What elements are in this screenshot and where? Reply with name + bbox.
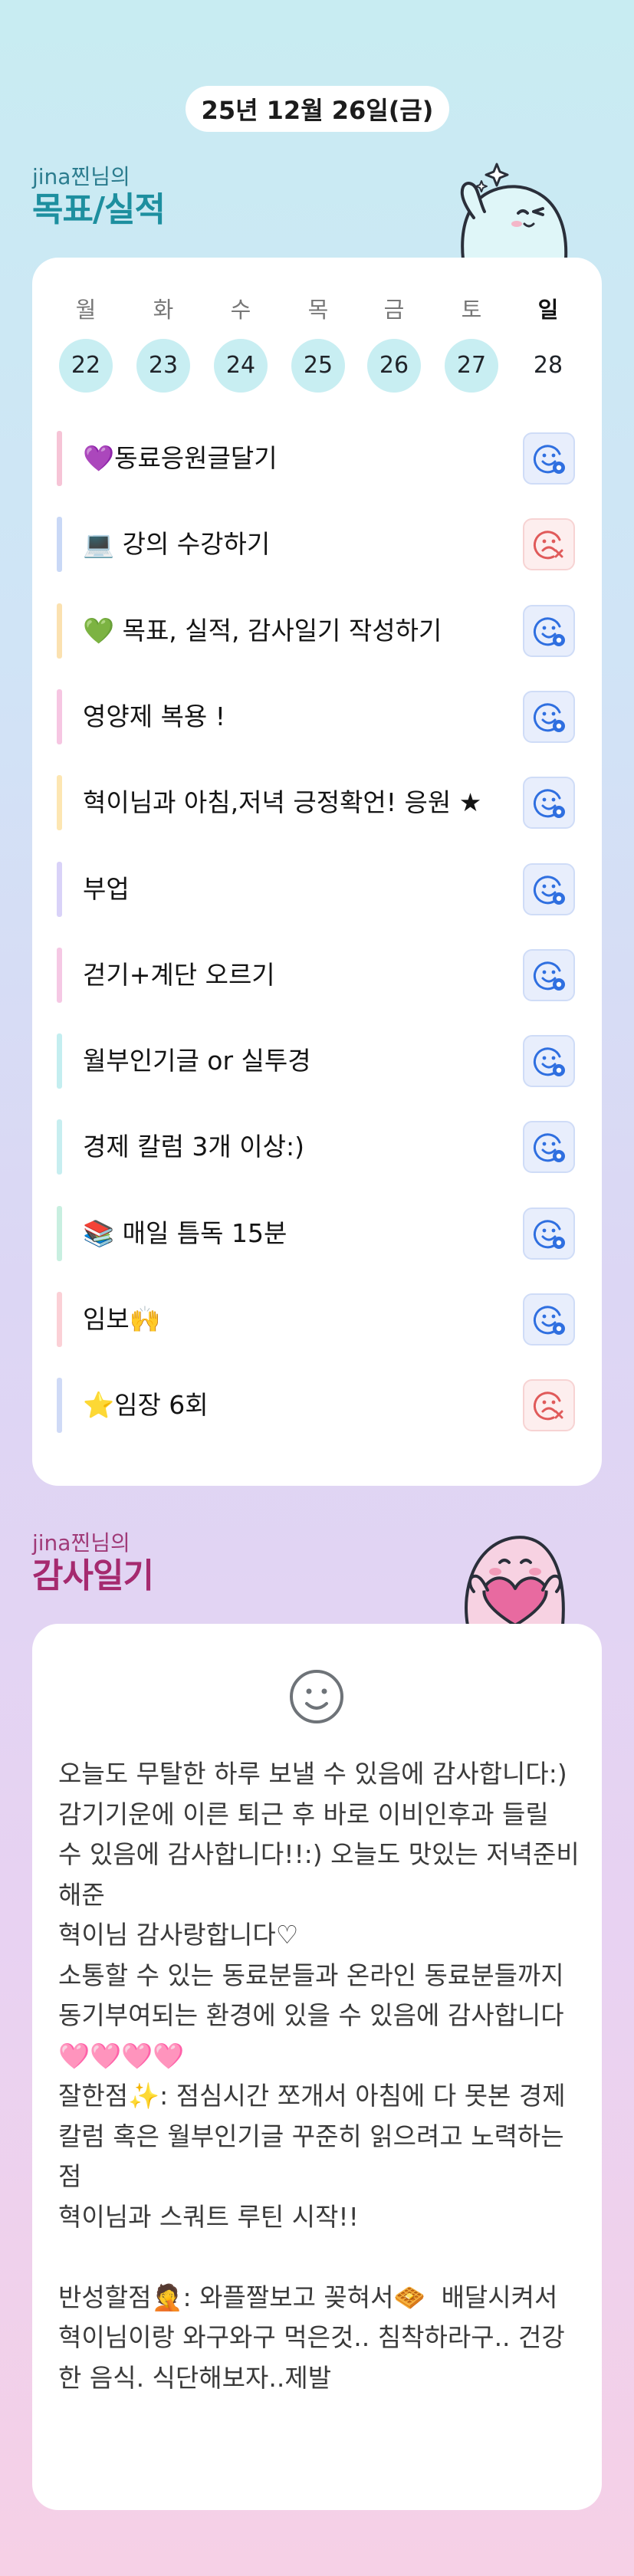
goals-owner: jina찐님의 (32, 164, 130, 189)
day-name: 수 (230, 297, 251, 323)
task-row[interactable]: 부업 (57, 861, 575, 917)
day-number: 24 (214, 339, 268, 393)
day-tue[interactable]: 화 23 (136, 294, 191, 393)
task-label: 월부인기글 or 실투경 (83, 1046, 311, 1076)
task-color-bar (57, 1378, 62, 1434)
task-label: 💜동료응원글달기 (83, 443, 278, 473)
status-done-icon[interactable] (523, 948, 575, 1001)
task-color-bar (57, 1292, 62, 1347)
task-label: 경제 칼럼 3개 이상:) (83, 1132, 304, 1162)
task-color-bar (57, 1033, 62, 1089)
task-color-bar (57, 431, 62, 486)
status-done-icon[interactable] (523, 690, 575, 743)
gratitude-title: 감사일기 (32, 1556, 154, 1595)
status-done-icon[interactable] (523, 777, 575, 830)
task-label: 💻 강의 수강하기 (83, 529, 271, 560)
task-row[interactable]: 💻 강의 수강하기 (57, 517, 575, 573)
day-number: 23 (136, 339, 190, 393)
day-sat[interactable]: 토 27 (444, 294, 499, 393)
task-label: ⭐임장 6회 (83, 1390, 209, 1421)
task-label: 💚 목표, 실적, 감사일기 작성하기 (83, 615, 442, 646)
status-done-icon[interactable] (523, 1207, 575, 1260)
status-done-icon[interactable] (523, 1121, 575, 1174)
day-name: 토 (461, 297, 482, 323)
day-wed[interactable]: 수 24 (213, 294, 268, 393)
task-row[interactable]: 혁이님과 아침,저녁 긍정확언! 응원 ★ (57, 775, 575, 831)
task-color-bar (57, 517, 62, 573)
day-number: 25 (291, 339, 345, 393)
task-label: 영양제 복용 ! (83, 701, 226, 731)
day-name: 금 (383, 297, 405, 323)
mascot-heart-icon (465, 1536, 565, 1625)
task-color-bar (57, 775, 62, 831)
task-label: 📚 매일 틈독 15분 (83, 1217, 287, 1248)
task-row[interactable]: 걷기+계단 오르기 (57, 947, 575, 1003)
day-sun-today[interactable]: 일 28 (521, 294, 576, 393)
status-fail-icon[interactable] (523, 1379, 575, 1432)
task-row[interactable]: 💚 목표, 실적, 감사일기 작성하기 (57, 603, 575, 659)
task-label: 임보🙌 (83, 1304, 161, 1334)
task-row[interactable]: 경제 칼럼 3개 이상:) (57, 1119, 575, 1175)
task-label: 부업 (83, 873, 130, 904)
day-number: 28 (533, 352, 563, 379)
day-name: 목 (307, 297, 329, 323)
task-color-bar (57, 688, 62, 744)
task-color-bar (57, 947, 62, 1003)
goals-card: 월 22 화 23 수 24 목 25 금 26 토 27 일 28 💜동료응원… (32, 258, 602, 1486)
gratitude-card: 오늘도 무탈한 하루 보낼 수 있음에 감사합니다:) 감기기운에 이른 퇴근 … (32, 1624, 602, 2510)
status-done-icon[interactable] (523, 1293, 575, 1346)
task-color-bar (57, 1205, 62, 1261)
task-row[interactable]: ⭐임장 6회 (57, 1378, 575, 1434)
gratitude-heading: jina찐님의 감사일기 (32, 1530, 154, 1596)
task-label: 혁이님과 아침,저녁 긍정확언! 응원 ★ (83, 787, 482, 818)
status-done-icon[interactable] (523, 863, 575, 915)
task-color-bar (57, 861, 62, 917)
current-date: 25년 12월 26일(금) (201, 96, 434, 125)
task-color-bar (57, 1119, 62, 1175)
day-fri[interactable]: 금 26 (366, 294, 422, 393)
day-number: 26 (367, 339, 421, 393)
goals-heading: jina찐님의 목표/실적 (32, 164, 166, 230)
date-pill[interactable]: 25년 12월 26일(금) (186, 86, 449, 132)
day-mon[interactable]: 월 22 (58, 294, 113, 393)
task-row[interactable]: 영양제 복용 ! (57, 688, 575, 744)
task-row[interactable]: 📚 매일 틈독 15분 (57, 1205, 575, 1261)
task-color-bar (57, 603, 62, 659)
task-row[interactable]: 임보🙌 (57, 1292, 575, 1347)
task-row[interactable]: 월부인기글 or 실투경 (57, 1033, 575, 1089)
day-number: 22 (59, 339, 113, 393)
gratitude-owner: jina찐님의 (32, 1530, 130, 1556)
day-name: 일 (537, 297, 559, 323)
status-fail-icon[interactable] (523, 518, 575, 571)
task-label: 걷기+계단 오르기 (83, 959, 275, 990)
day-number: 27 (445, 339, 498, 393)
task-row[interactable]: 💜동료응원글달기 (57, 431, 575, 486)
status-done-icon[interactable] (523, 1035, 575, 1088)
mascot-waving-icon (460, 163, 568, 259)
gratitude-text: 오늘도 무탈한 하루 보낼 수 있음에 감사합니다:) 감기기운에 이른 퇴근 … (58, 1759, 580, 2393)
status-done-icon[interactable] (523, 604, 575, 657)
goals-title: 목표/실적 (32, 190, 166, 229)
day-name: 월 (75, 297, 97, 323)
smiley-icon[interactable] (288, 1668, 345, 1725)
day-thu[interactable]: 목 25 (291, 294, 346, 393)
day-name: 화 (153, 297, 174, 323)
status-done-icon[interactable] (523, 432, 575, 485)
